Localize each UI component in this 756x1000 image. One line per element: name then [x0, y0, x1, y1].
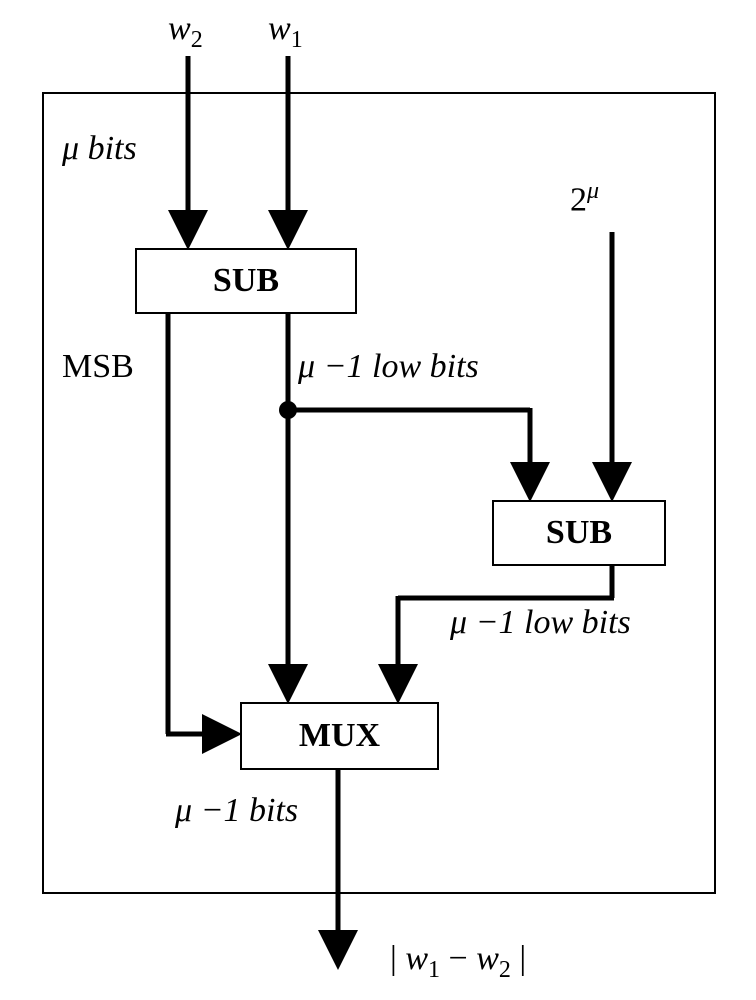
two-mu-base: 2	[570, 181, 587, 218]
mu-minus1-bits-label: μ −1 bits	[175, 792, 298, 830]
out-w1: w	[405, 940, 428, 977]
mu-minus1-low-text: μ −1 low bits	[298, 348, 479, 385]
out-w1-sub: 1	[428, 957, 440, 983]
sub2-label: SUB	[546, 514, 612, 552]
out-minus: −	[440, 940, 476, 977]
abs-prefix: |	[390, 940, 405, 977]
w1-sub: 1	[291, 27, 303, 53]
w2-sub: 2	[191, 27, 203, 53]
mux-block: MUX	[240, 702, 439, 770]
outer-box	[42, 92, 716, 894]
mu-minus1-low-label-2: μ −1 low bits	[450, 604, 631, 642]
two-mu-exp: μ	[587, 178, 599, 204]
mu-bits-label: μ bits	[62, 130, 137, 168]
msb-text: MSB	[62, 348, 134, 385]
mu-bits-text: μ bits	[62, 130, 137, 167]
abs-suffix: |	[511, 940, 526, 977]
w1-var: w	[268, 10, 291, 47]
input-w1-label: w1	[268, 10, 303, 54]
out-w2: w	[476, 940, 499, 977]
mu-minus1-low-text-2: μ −1 low bits	[450, 604, 631, 641]
sub-block-2: SUB	[492, 500, 666, 566]
mu-minus1-bits-text: μ −1 bits	[175, 792, 298, 829]
mu-minus1-low-label: μ −1 low bits	[298, 348, 479, 386]
msb-label: MSB	[62, 348, 134, 386]
sub-block-1: SUB	[135, 248, 357, 314]
two-mu-label: 2μ	[570, 178, 599, 219]
out-w2-sub: 2	[499, 957, 511, 983]
sub1-label: SUB	[213, 262, 279, 300]
input-w2-label: w2	[168, 10, 203, 54]
mux-label: MUX	[299, 717, 380, 755]
output-label: | w1 − w2 |	[390, 940, 526, 984]
w2-var: w	[168, 10, 191, 47]
